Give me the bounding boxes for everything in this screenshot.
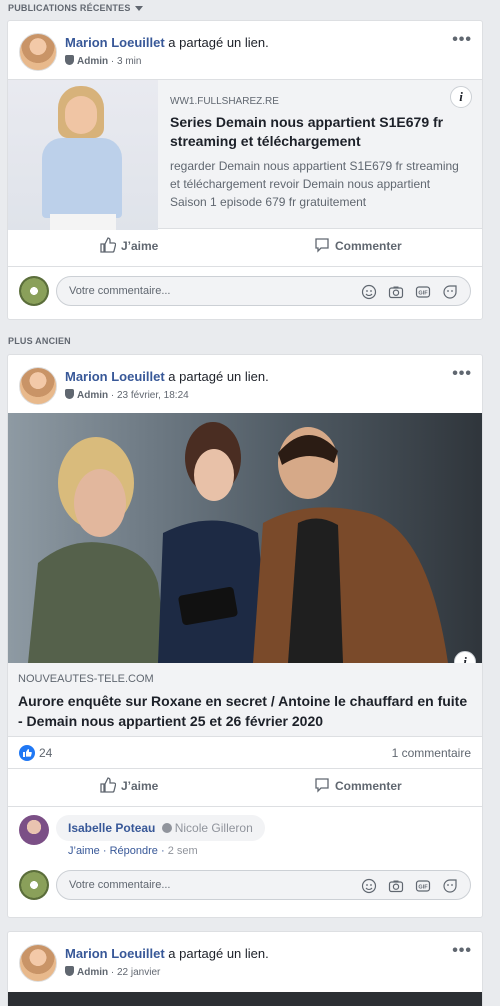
- action-bar: J’aime Commenter: [8, 769, 482, 807]
- like-button[interactable]: J’aime: [100, 777, 158, 793]
- gif-icon[interactable]: GIF: [415, 878, 431, 894]
- avatar[interactable]: [19, 944, 57, 982]
- comment-input[interactable]: Votre commentaire... GIF: [56, 870, 471, 900]
- like-count[interactable]: 24: [39, 746, 52, 760]
- comment-composer: Votre commentaire... GIF: [8, 863, 482, 911]
- like-button[interactable]: J’aime: [100, 237, 158, 253]
- post-meta: Admin · 23 février, 18:24: [65, 389, 189, 401]
- author-name[interactable]: Marion Loeuillet: [65, 946, 165, 961]
- comment-reply-link[interactable]: Répondre: [110, 845, 158, 857]
- post-meta: Admin · 3 min: [65, 55, 141, 67]
- chevron-down-icon: [134, 6, 143, 12]
- role-badge: Admin: [77, 390, 109, 401]
- avatar[interactable]: [19, 367, 57, 405]
- avatar[interactable]: [19, 33, 57, 71]
- sticker-icon[interactable]: [442, 878, 458, 894]
- post-header: Marion Loeuillet a partagé un lien. Admi…: [8, 932, 482, 990]
- like-reaction-icon[interactable]: [19, 745, 35, 761]
- avatar[interactable]: [19, 276, 49, 306]
- commenter-name[interactable]: Isabelle Poteau: [68, 821, 155, 835]
- link-thumbnail[interactable]: [8, 80, 158, 230]
- reactions-row: 24 1 commentaire: [8, 737, 482, 769]
- comment-button[interactable]: Commenter: [314, 237, 402, 253]
- post-card: Marion Loeuillet a partagé un lien. Admi…: [7, 20, 483, 320]
- comment: Isabelle Poteau Nicole Gilleron J’aime ·…: [8, 807, 482, 863]
- link-title[interactable]: Series Demain nous appartient S1E679 fr …: [170, 113, 470, 151]
- post-card: Marion Loeuillet a partagé un lien. Admi…: [7, 931, 483, 1006]
- svg-text:GIF: GIF: [418, 291, 428, 297]
- author-line: Marion Loeuillet a partagé un lien.: [65, 369, 269, 384]
- comment-label: Commenter: [335, 779, 402, 793]
- emoji-icon[interactable]: [361, 878, 377, 894]
- author-name[interactable]: Marion Loeuillet: [65, 369, 165, 384]
- more-icon[interactable]: •••: [452, 365, 472, 383]
- role-badge: Admin: [77, 56, 109, 67]
- like-icon: [100, 777, 116, 793]
- link-description: regarder Demain nous appartient S1E679 f…: [170, 159, 459, 209]
- camera-icon[interactable]: [388, 284, 404, 300]
- comment-icon: [315, 238, 329, 253]
- comment-icon: [315, 778, 329, 793]
- link-domain: NOUVEAUTES-TELE.COM: [18, 673, 154, 685]
- post-time[interactable]: · 3 min: [108, 56, 142, 67]
- link-image[interactable]: [8, 992, 482, 1006]
- recent-posts-filter[interactable]: PUBLICATIONS RÉCENTES: [8, 3, 143, 13]
- avatar[interactable]: [19, 815, 49, 845]
- action-bar: J’aime Commenter: [8, 229, 482, 267]
- like-label: J’aime: [121, 239, 159, 253]
- post-time[interactable]: · 22 janvier: [108, 967, 160, 978]
- shield-icon: [65, 966, 74, 976]
- post-action-text: a partagé un lien.: [164, 35, 269, 50]
- post-action-text: a partagé un lien.: [164, 369, 269, 384]
- comments-count[interactable]: 1 commentaire: [392, 746, 471, 760]
- like-label: J’aime: [121, 779, 159, 793]
- author-line: Marion Loeuillet a partagé un lien.: [65, 946, 269, 961]
- post-card: Marion Loeuillet a partagé un lien. Admi…: [7, 354, 483, 918]
- comment-input[interactable]: Votre commentaire... GIF: [56, 276, 471, 306]
- like-icon: [100, 237, 116, 253]
- verified-icon: [161, 823, 172, 833]
- link-domain: WW1.FULLSHAREZ.RE: [170, 96, 279, 107]
- avatar[interactable]: [19, 870, 49, 900]
- recent-posts-label: PUBLICATIONS RÉCENTES: [8, 3, 131, 13]
- svg-text:GIF: GIF: [418, 885, 428, 891]
- shield-icon: [65, 389, 74, 399]
- sticker-icon[interactable]: [442, 284, 458, 300]
- comment-composer: Votre commentaire... GIF: [8, 267, 482, 315]
- post-header: Marion Loeuillet a partagé un lien. Admi…: [8, 355, 482, 413]
- role-badge: Admin: [77, 967, 109, 978]
- comment-time[interactable]: 2 sem: [168, 845, 198, 857]
- shield-icon: [65, 55, 74, 65]
- post-meta: Admin · 22 janvier: [65, 966, 160, 978]
- info-icon[interactable]: i: [450, 86, 472, 108]
- post-time[interactable]: · 23 février, 18:24: [108, 390, 189, 401]
- link-caption[interactable]: NOUVEAUTES-TELE.COM Aurore enquête sur R…: [8, 663, 482, 737]
- post-action-text: a partagé un lien.: [164, 946, 269, 961]
- older-posts-label: PLUS ANCIEN: [8, 336, 71, 346]
- comment-placeholder: Votre commentaire...: [69, 879, 171, 891]
- comment-actions: J’aime · Répondre · 2 sem: [68, 845, 198, 857]
- link-image[interactable]: i: [8, 413, 482, 663]
- more-icon[interactable]: •••: [452, 31, 472, 49]
- tagged-user[interactable]: Nicole Gilleron: [175, 821, 253, 835]
- comment-button[interactable]: Commenter: [314, 777, 402, 793]
- author-line: Marion Loeuillet a partagé un lien.: [65, 35, 269, 50]
- author-name[interactable]: Marion Loeuillet: [65, 35, 165, 50]
- camera-icon[interactable]: [388, 878, 404, 894]
- more-icon[interactable]: •••: [452, 942, 472, 960]
- post-header: Marion Loeuillet a partagé un lien. Admi…: [8, 21, 482, 79]
- comment-like-link[interactable]: J’aime: [68, 845, 100, 857]
- comment-bubble: Isabelle Poteau Nicole Gilleron: [56, 815, 265, 841]
- link-title[interactable]: Aurore enquête sur Roxane en secret / An…: [18, 691, 472, 731]
- link-preview[interactable]: WW1.FULLSHAREZ.RE Series Demain nous app…: [8, 79, 482, 230]
- gif-icon[interactable]: GIF: [415, 284, 431, 300]
- comment-label: Commenter: [335, 239, 402, 253]
- emoji-icon[interactable]: [361, 284, 377, 300]
- comment-placeholder: Votre commentaire...: [69, 285, 171, 297]
